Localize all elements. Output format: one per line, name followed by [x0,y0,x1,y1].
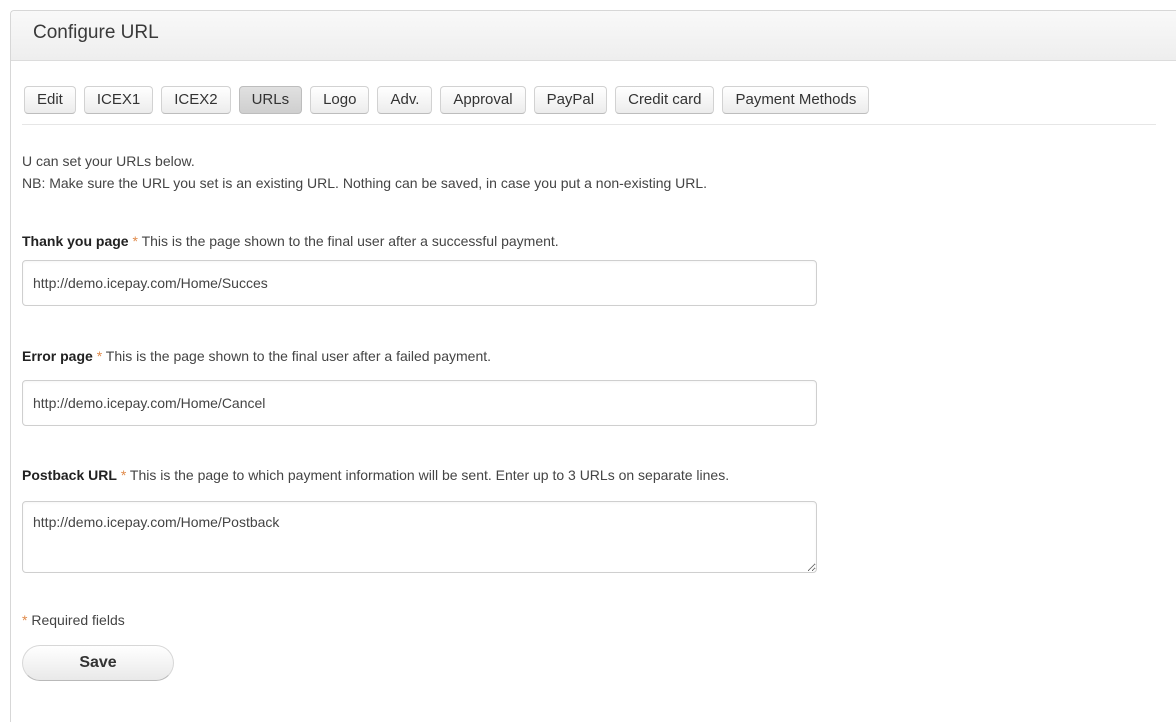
thank-you-label: Thank you page [22,233,129,249]
configure-url-panel: Configure URL [10,10,1176,722]
intro-line-2: NB: Make sure the URL you set is an exis… [22,175,708,191]
error-description: This is the page shown to the final user… [105,348,492,364]
tab-bar: Edit ICEX1 ICEX2 URLs Logo Adv. Approval… [24,86,870,114]
thank-you-url-input[interactable] [22,260,817,306]
tab-edit[interactable]: Edit [24,86,76,114]
required-star: * [96,348,103,364]
required-star: * [22,612,28,628]
thank-you-field-label: Thank you page * This is the page shown … [22,233,559,249]
intro-text: U can set your URLs below. NB: Make sure… [22,150,707,194]
required-star: * [120,467,127,483]
tab-icex2[interactable]: ICEX2 [161,86,231,114]
tab-divider [22,124,1156,125]
postback-url-textarea[interactable]: http://demo.icepay.com/Home/Postback [22,501,817,573]
tab-paypal[interactable]: PayPal [533,86,608,114]
error-label: Error page [22,348,93,364]
tab-urls[interactable]: URLs [238,86,303,114]
tab-approval[interactable]: Approval [440,86,526,114]
tab-payment-methods[interactable]: Payment Methods [722,86,870,114]
required-fields-note: * Required fields [22,612,125,628]
panel-header: Configure URL [11,11,1176,61]
thank-you-description: This is the page shown to the final user… [141,233,559,249]
postback-field-label: Postback URL * This is the page to which… [22,467,729,483]
postback-label: Postback URL [22,467,117,483]
error-field-label: Error page * This is the page shown to t… [22,348,491,364]
page-title: Configure URL [33,22,159,43]
required-fields-text: Required fields [31,612,125,628]
required-star: * [132,233,138,249]
tab-credit-card[interactable]: Credit card [615,86,715,114]
error-url-input[interactable] [22,380,817,426]
tab-adv[interactable]: Adv. [377,86,433,114]
tab-icex1[interactable]: ICEX1 [83,86,154,114]
intro-line-1: U can set your URLs below. [22,153,195,169]
postback-description: This is the page to which payment inform… [129,467,730,483]
save-button[interactable]: Save [22,645,174,681]
tab-logo[interactable]: Logo [310,86,370,114]
